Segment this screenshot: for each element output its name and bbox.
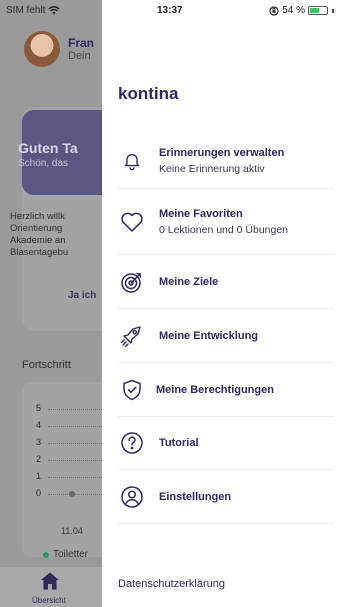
progress-section-title: Fortschritt [22, 359, 71, 371]
chart-tick-label: 3 [36, 437, 42, 447]
bell-icon [118, 147, 146, 175]
chart-tick-label: 2 [36, 454, 42, 464]
battery-nub [332, 8, 334, 13]
tab-overview-label[interactable]: Übersicht [32, 596, 66, 605]
menu-item-favorites[interactable]: Meine Favoriten 0 Lektionen und 0 Übunge… [118, 189, 334, 255]
app-brand: kontina [118, 84, 179, 103]
chart-point [69, 491, 75, 497]
menu-item-tutorial[interactable]: Tutorial [118, 417, 334, 470]
greeting-title: Guten Ta [18, 140, 78, 156]
greeting-cta[interactable]: Ja ich [68, 290, 96, 301]
profile-subtitle: Dein [68, 50, 91, 62]
legend-label: Toiletter [53, 549, 89, 560]
home-icon[interactable] [40, 571, 60, 591]
avatar [24, 31, 60, 67]
chart-tick-label: 1 [36, 471, 42, 481]
chart-legend: Toiletter [43, 549, 88, 560]
shield-check-icon [118, 376, 146, 404]
battery-percent: 54 % [282, 5, 305, 16]
status-right: 54 % [269, 5, 334, 16]
greeting-line: Orientierung [10, 223, 63, 234]
menu-item-permissions[interactable]: Meine Berechtigungen [118, 363, 334, 417]
menu-item-title: Meine Berechtigungen [156, 383, 274, 396]
battery-icon [308, 6, 328, 15]
heart-icon [118, 208, 146, 236]
menu-item-reminders[interactable]: Erinnerungen verwalten Keine Erinnerung … [118, 134, 334, 189]
greeting-subtitle: Schön, das [18, 158, 69, 169]
status-carrier: SIM fehlt [6, 5, 61, 16]
profile-header[interactable]: Fran Dein [24, 31, 94, 67]
target-icon [118, 268, 146, 296]
menu-item-title: Einstellungen [159, 490, 232, 503]
legend-dot [43, 551, 49, 558]
profile-name: Fran [68, 36, 95, 50]
menu-item-subtitle: Keine Erinnerung aktiv [159, 163, 265, 175]
menu-item-title: Erinnerungen verwalten [159, 147, 285, 159]
menu-item-title: Meine Favoriten [159, 207, 243, 220]
orientation-lock-icon [269, 5, 279, 16]
wifi-icon [48, 6, 61, 15]
side-drawer: 13:37 54 % kontina Erinnerungen verwalte… [102, 0, 342, 607]
drawer-menu: Erinnerungen verwalten Keine Erinnerung … [118, 134, 334, 524]
menu-item-settings[interactable]: Einstellungen [118, 470, 334, 524]
rocket-icon [118, 322, 146, 350]
chart-date-label: 11.04 [61, 526, 83, 536]
privacy-policy-link[interactable]: Datenschutzerklärung [118, 578, 225, 590]
question-circle-icon [118, 429, 146, 457]
greeting-line: Blasentagebu [10, 247, 69, 258]
menu-item-title: Meine Ziele [159, 275, 219, 288]
menu-item-title: Meine Entwicklung [159, 329, 259, 342]
greeting-line: Akademie an [10, 235, 66, 246]
menu-item-goals[interactable]: Meine Ziele [118, 255, 334, 309]
status-time: 13:37 [157, 5, 183, 16]
chart-tick-label: 5 [36, 403, 42, 413]
menu-item-subtitle: 0 Lektionen und 0 Übungen [159, 223, 289, 236]
greeting-body: Herzlich willk Orientierung Akademie an … [10, 211, 110, 259]
carrier-text: SIM fehlt [6, 5, 46, 16]
menu-item-development[interactable]: Meine Entwicklung [118, 309, 334, 363]
chart-tick-label: 4 [36, 420, 42, 430]
menu-item-title: Tutorial [159, 437, 199, 449]
chart-tick-label: 0 [36, 488, 42, 498]
user-circle-icon [118, 483, 146, 511]
greeting-line: Herzlich willk [10, 211, 65, 222]
battery-fill [310, 8, 319, 13]
